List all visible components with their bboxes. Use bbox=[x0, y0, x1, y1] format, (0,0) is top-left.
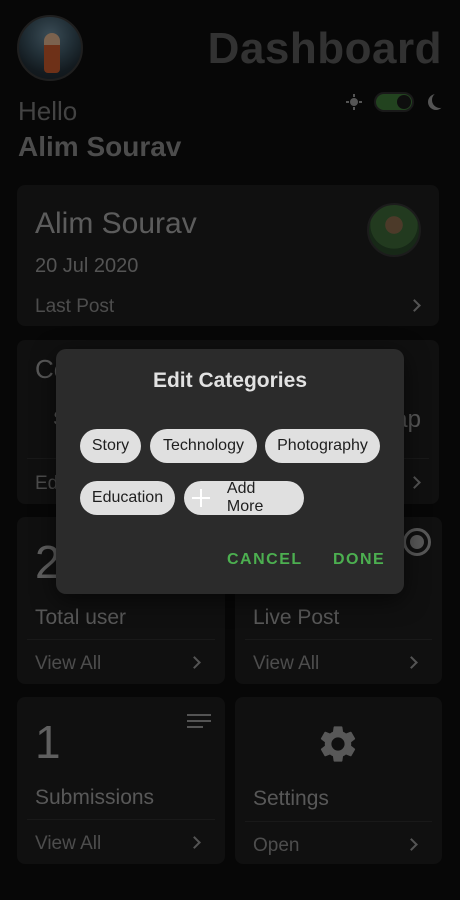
dialog-title: Edit Categories bbox=[152, 369, 308, 392]
add-more-chip[interactable]: Add More bbox=[184, 480, 304, 515]
plus-icon bbox=[192, 489, 210, 507]
category-chip-story[interactable]: Story bbox=[80, 429, 141, 463]
category-chip-technology[interactable]: Technology bbox=[150, 429, 257, 463]
category-chip-education[interactable]: Education bbox=[80, 481, 175, 515]
done-button[interactable]: DONE bbox=[333, 551, 385, 569]
category-chip-photography[interactable]: Photography bbox=[265, 429, 380, 463]
add-more-label: Add More bbox=[226, 480, 264, 515]
edit-categories-dialog: Edit Categories Story Technology Photogr… bbox=[56, 349, 404, 594]
cancel-button[interactable]: CANCEL bbox=[227, 551, 303, 569]
